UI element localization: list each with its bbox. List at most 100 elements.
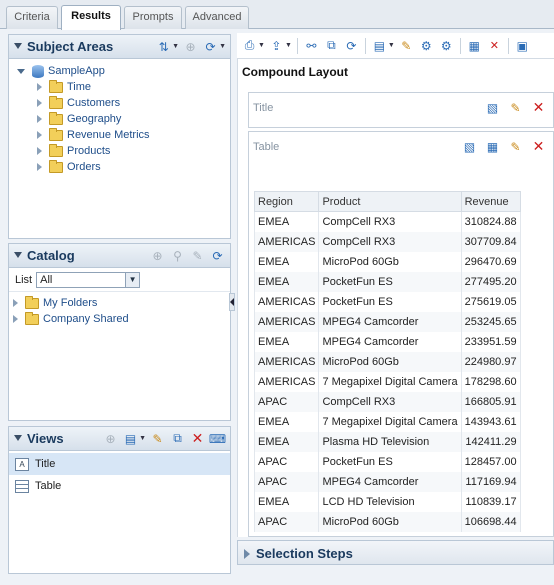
toolbar-separator (459, 37, 461, 54)
tab-advanced[interactable]: Advanced (185, 6, 249, 29)
search-icon[interactable]: ⚲ (169, 247, 186, 264)
subject-areas-header: Subject Areas ⇅ ▼ ⊕ ⟳ ▼ (9, 35, 230, 59)
catalog-list-select[interactable]: All ▼ (36, 271, 141, 288)
refresh-icon[interactable]: ⟳ (343, 37, 360, 54)
new-view-icon[interactable]: ▤ (122, 430, 139, 447)
refresh-icon[interactable]: ⟳ (209, 247, 226, 264)
cell-revenue: 296470.69 (460, 251, 521, 272)
rename-view-icon[interactable]: ⌨ (209, 430, 226, 447)
edit-view-icon[interactable]: ✎ (149, 430, 166, 447)
catalog-panel: Catalog ⊕ ⚲ ✎ ⟳ List All ▼ My Folders Co… (8, 243, 231, 421)
cell-revenue: 166805.91 (460, 391, 521, 412)
view-item-title[interactable]: A Title (9, 453, 230, 475)
expand-icon[interactable] (37, 115, 42, 123)
tab-prompts[interactable]: Prompts (124, 6, 182, 29)
edit-analysis-icon[interactable]: ✎ (398, 37, 415, 54)
refresh-dropdown-icon[interactable]: ▼ (219, 43, 226, 50)
print-icon[interactable]: ⎙ (241, 37, 258, 54)
add-view-icon[interactable]: ⊕ (102, 430, 119, 447)
collapse-icon[interactable] (14, 252, 22, 258)
new-view-dropdown-icon[interactable]: ▼ (139, 435, 146, 442)
tab-criteria[interactable]: Criteria (6, 6, 58, 29)
table-row: EMEA MPEG4 Camcorder 233951.59 (253, 331, 521, 352)
edit-title-icon[interactable]: ✎ (507, 99, 524, 116)
expand-icon[interactable] (37, 147, 42, 155)
cell-product: 7 Megapixel Digital Camera (318, 371, 462, 392)
expand-icon[interactable] (37, 83, 42, 91)
column-header-region[interactable]: Region (253, 191, 320, 212)
panel-splitter-toggle[interactable] (229, 293, 235, 311)
tree-folder-time[interactable]: Time (37, 79, 230, 95)
refresh-icon[interactable]: ⟳ (202, 38, 219, 55)
table-row: AMERICAS CompCell RX3 307709.84 (253, 231, 521, 252)
table-properties-icon[interactable]: ▦ (484, 138, 501, 155)
properties-icon[interactable]: ⚙ (418, 37, 435, 54)
tree-folder-company-shared[interactable]: Company Shared (13, 311, 230, 327)
edit-icon[interactable]: ✎ (189, 247, 206, 264)
export-icon[interactable]: ⇪ (268, 37, 285, 54)
new-view-icon[interactable]: ▤ (371, 37, 388, 54)
tree-folder-my-folders[interactable]: My Folders (13, 295, 230, 311)
folder-icon (49, 127, 63, 141)
expand-icon[interactable] (37, 99, 42, 107)
expand-icon[interactable] (17, 68, 25, 74)
add-subject-area-icon[interactable]: ⊕ (182, 38, 199, 55)
column-header-revenue[interactable]: Revenue (460, 191, 521, 212)
preview-icon[interactable]: ⚯ (303, 37, 320, 54)
title-view-container: Title ▧ ✎ ✕ (248, 92, 554, 128)
expand-icon[interactable] (37, 163, 42, 171)
sort-dropdown-icon[interactable]: ▼ (172, 43, 179, 50)
tree-folder-orders[interactable]: Orders (37, 159, 230, 175)
title-view-icon: A (15, 457, 29, 471)
tree-root-sampleapp[interactable]: SampleApp (17, 63, 230, 79)
tab-results[interactable]: Results (61, 5, 121, 30)
sort-icon[interactable]: ⇅ (155, 38, 172, 55)
collapse-icon[interactable] (14, 43, 22, 49)
expand-icon[interactable] (13, 299, 18, 307)
collapse-icon[interactable] (14, 435, 22, 441)
folder-icon (49, 79, 63, 93)
table-row: EMEA Plasma HD Television 142411.29 (253, 431, 521, 452)
expand-icon[interactable] (37, 131, 42, 139)
table-row: AMERICAS MicroPod 60Gb 224980.97 (253, 351, 521, 372)
format-container-icon[interactable]: ▧ (461, 138, 478, 155)
cell-revenue: 277495.20 (460, 271, 521, 292)
tree-folder-products[interactable]: Products (37, 143, 230, 159)
folder-icon (25, 311, 39, 325)
tree-folder-customers[interactable]: Customers (37, 95, 230, 111)
format-container-icon[interactable]: ▧ (484, 99, 501, 116)
expand-icon[interactable] (13, 315, 18, 323)
expand-icon[interactable] (244, 549, 250, 559)
calculator-icon[interactable]: ▦ (466, 37, 483, 54)
print-dropdown-icon[interactable]: ▼ (258, 42, 265, 49)
cell-product: PocketFun ES (318, 451, 462, 472)
column-header-product[interactable]: Product (318, 191, 462, 212)
selection-steps-bar[interactable]: Selection Steps (237, 540, 554, 565)
duplicate-view-icon[interactable]: ⧉ (169, 430, 186, 447)
tree-folder-revenue-metrics[interactable]: Revenue Metrics (37, 127, 230, 143)
layout-properties-icon[interactable]: ▣ (514, 37, 531, 54)
cell-revenue: 110839.17 (460, 491, 521, 512)
views-header: Views ⊕ ▤ ▼ ✎ ⧉ ✕ ⌨ (9, 427, 230, 451)
add-to-analysis-icon[interactable]: ⊕ (149, 247, 166, 264)
show-view-icon[interactable]: ⧉ (323, 37, 340, 54)
remove-view-icon[interactable]: ✕ (486, 37, 503, 54)
table-row: AMERICAS MPEG4 Camcorder 253245.65 (253, 311, 521, 332)
settings-icon[interactable]: ⚙ (438, 37, 455, 54)
cell-revenue: 142411.29 (460, 431, 521, 452)
results-toolbar: ⎙ ▼ ⇪ ▼ ⚯ ⧉ ⟳ ▤ ▼ ✎ ⚙ ⚙ ▦ ✕ ▣ (237, 33, 554, 59)
cell-product: PocketFun ES (318, 291, 462, 312)
edit-table-icon[interactable]: ✎ (507, 138, 524, 155)
tree-folder-geography[interactable]: Geography (37, 111, 230, 127)
cell-revenue: 143943.61 (460, 411, 521, 432)
new-view-dropdown-icon[interactable]: ▼ (388, 42, 395, 49)
export-dropdown-icon[interactable]: ▼ (285, 42, 292, 49)
view-item-table[interactable]: Table (9, 475, 230, 497)
remove-table-icon[interactable]: ✕ (530, 138, 547, 155)
folder-icon (49, 95, 63, 109)
cell-product: CompCell RX3 (318, 211, 462, 232)
delete-view-icon[interactable]: ✕ (189, 430, 206, 447)
toolbar-separator (507, 37, 509, 54)
remove-title-icon[interactable]: ✕ (530, 99, 547, 116)
compound-layout-canvas: Compound Layout Title ▧ ✎ ✕ Table ▧ ▦ ✎ … (237, 59, 554, 537)
